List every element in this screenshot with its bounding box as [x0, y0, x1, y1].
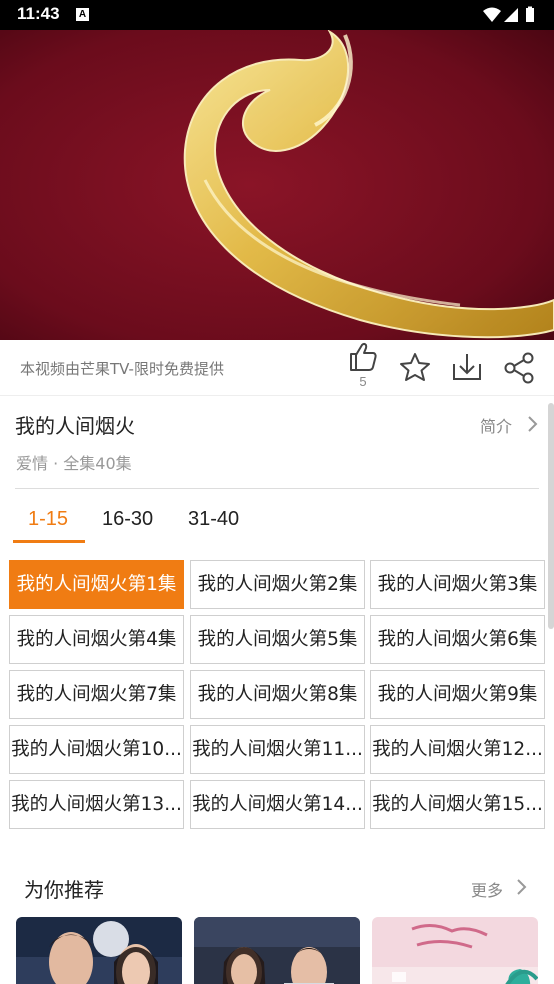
episode-range-tabs: 1-15 16-30 31-40	[0, 508, 554, 548]
episode-button[interactable]: 我的人间烟火第4集	[9, 615, 184, 664]
battery-icon	[526, 8, 534, 22]
divider	[15, 488, 539, 489]
episode-button[interactable]: 我的人间烟火第11...	[190, 725, 365, 774]
source-notice: 本视频由芒果TV-限时免费提供	[20, 360, 224, 378]
video-player[interactable]	[0, 30, 554, 340]
show-title: 我的人间烟火	[15, 414, 135, 438]
episode-button[interactable]: 我的人间烟火第1集	[9, 560, 184, 609]
episode-button[interactable]: 我的人间烟火第9集	[370, 670, 545, 719]
active-tab-indicator	[13, 540, 85, 543]
episode-button[interactable]: 我的人间烟火第7集	[9, 670, 184, 719]
thumbs-up-icon	[350, 343, 377, 371]
poster-image	[372, 917, 538, 984]
recommend-card[interactable]	[16, 917, 182, 984]
download-icon	[453, 354, 481, 380]
action-row: 本视频由芒果TV-限时免费提供 5	[0, 340, 554, 396]
status-bar: 11:43 A	[0, 0, 554, 30]
download-button[interactable]	[449, 340, 485, 396]
episode-button[interactable]: 我的人间烟火第12...	[370, 725, 545, 774]
share-button[interactable]	[501, 340, 537, 396]
episode-button[interactable]: 我的人间烟火第10...	[9, 725, 184, 774]
episode-button[interactable]: 我的人间烟火第2集	[190, 560, 365, 609]
like-count: 5	[359, 374, 367, 389]
episode-button[interactable]: 我的人间烟火第8集	[190, 670, 365, 719]
recommend-card[interactable]	[194, 917, 360, 984]
tab-1-15[interactable]: 1-15	[28, 508, 68, 541]
video-frame	[0, 30, 554, 340]
episode-button[interactable]: 我的人间烟火第6集	[370, 615, 545, 664]
episode-button[interactable]: 我的人间烟火第14...	[190, 780, 365, 829]
show-meta: 爱情 · 全集40集	[16, 454, 132, 473]
episode-button[interactable]: 我的人间烟火第3集	[370, 560, 545, 609]
notification-a-icon: A	[76, 8, 89, 21]
intro-link[interactable]: 简介	[480, 413, 512, 437]
poster-image	[194, 917, 360, 984]
episode-button[interactable]: 我的人间烟火第13...	[9, 780, 184, 829]
signal-icon	[504, 8, 518, 22]
chevron-right-icon[interactable]	[515, 877, 529, 897]
episode-button[interactable]: 我的人间烟火第15...	[370, 780, 545, 829]
share-icon	[504, 352, 534, 384]
recommend-title: 为你推荐	[24, 878, 104, 902]
star-icon	[400, 353, 430, 381]
recommend-card[interactable]	[372, 917, 538, 984]
wifi-icon	[483, 7, 501, 22]
status-time: 11:43	[17, 4, 60, 23]
favorite-button[interactable]	[397, 340, 433, 396]
system-status-icons	[483, 6, 534, 22]
scrollbar-thumb[interactable]	[548, 403, 554, 629]
episode-button[interactable]: 我的人间烟火第5集	[190, 615, 365, 664]
tab-31-40[interactable]: 31-40	[188, 508, 239, 541]
tab-16-30[interactable]: 16-30	[102, 508, 153, 541]
poster-image	[16, 917, 182, 984]
more-link[interactable]: 更多	[471, 877, 503, 901]
like-button[interactable]: 5	[345, 340, 381, 396]
chevron-right-icon[interactable]	[526, 414, 540, 434]
